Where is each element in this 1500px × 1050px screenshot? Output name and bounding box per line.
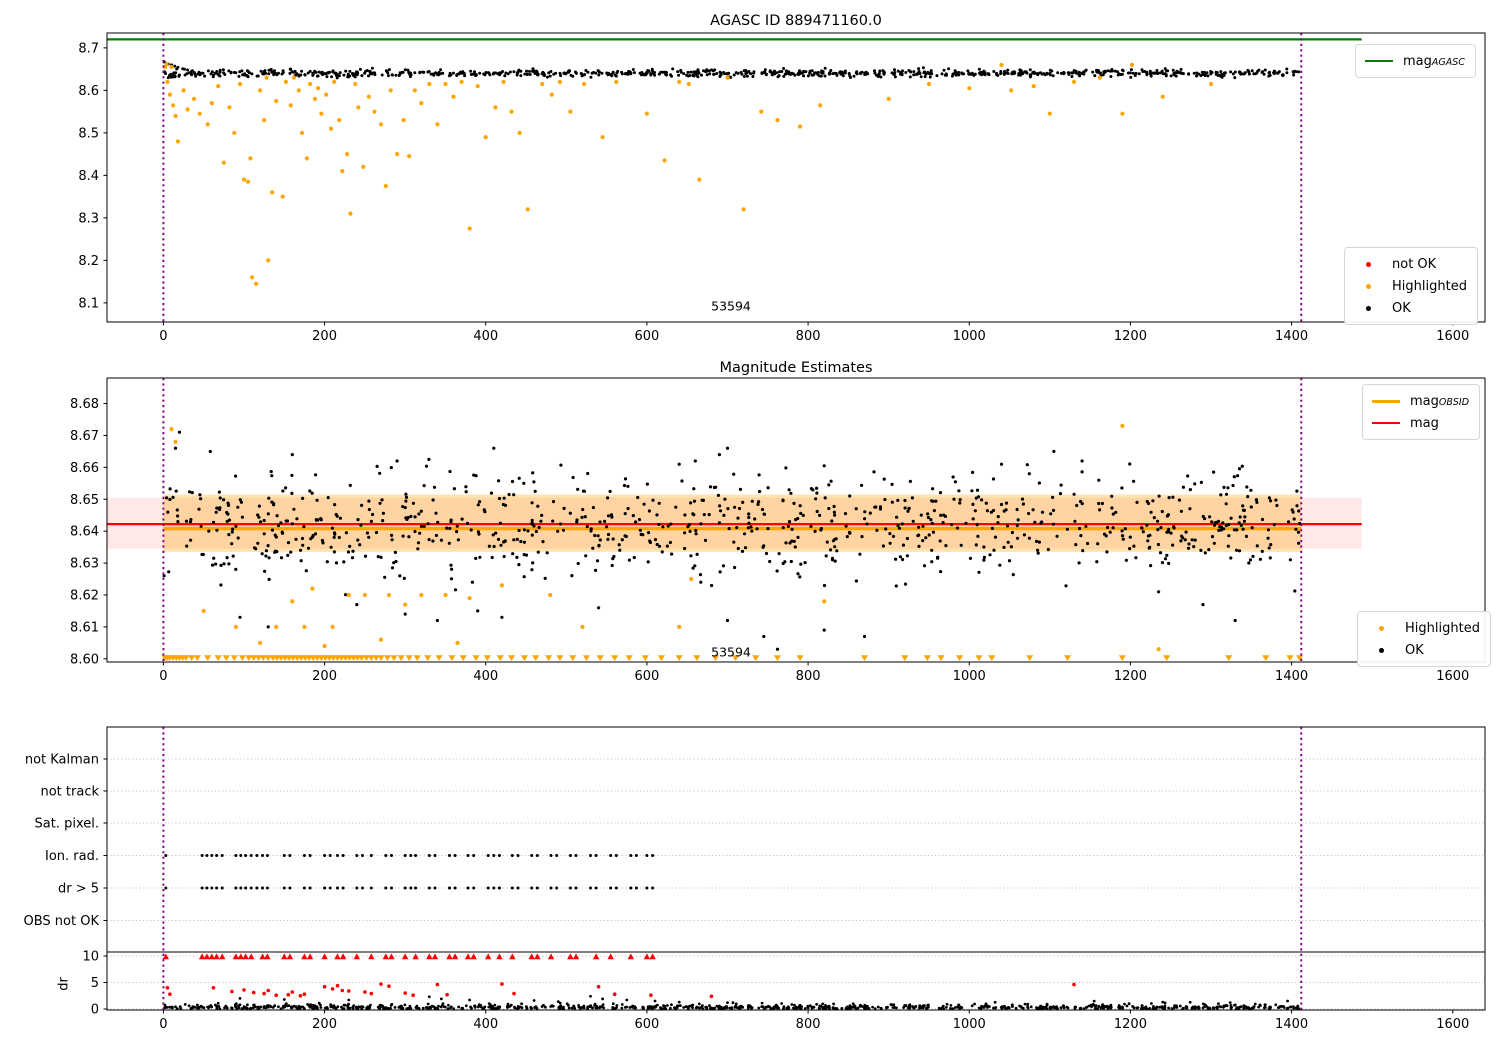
svg-text:1200: 1200 [1114, 1017, 1147, 1032]
legend-label: Highlighted [1405, 620, 1480, 636]
svg-text:not Kalman: not Kalman [25, 753, 99, 768]
highlighted-dot-swatch [1353, 283, 1383, 289]
plot1-marker-legend: not OK Highlighted OK [1344, 247, 1478, 325]
svg-text:600: 600 [635, 329, 660, 344]
svg-text:8.5: 8.5 [78, 126, 99, 141]
plot2: 0 200 400 600 800 1000 1200 1400 1600 8.60 8.61 8.6… [70, 377, 1486, 684]
legend-item-highlighted: Highlighted [1353, 275, 1467, 297]
svg-text:10: 10 [82, 950, 99, 965]
svg-text:Ion. rad.: Ion. rad. [45, 849, 99, 864]
svg-text:600: 600 [635, 1017, 660, 1032]
svg-text:0: 0 [159, 329, 167, 344]
legend-label: mag [1410, 415, 1439, 431]
svg-text:8.6: 8.6 [78, 84, 99, 99]
svg-text:dr > 5: dr > 5 [58, 882, 99, 897]
svg-text:8.1: 8.1 [78, 296, 99, 311]
plot2-title: Magnitude Estimates [719, 360, 873, 376]
figure: 0 200 400 600 800 1000 1200 1400 1600 8.1 8.2 8.3 8.… [0, 0, 1500, 1050]
svg-text:8.65: 8.65 [70, 493, 99, 508]
legend-label: OK [1392, 300, 1411, 316]
plot3-series-flag-dr5 [164, 886, 655, 890]
svg-text:8.66: 8.66 [70, 461, 99, 476]
svg-text:200: 200 [312, 1017, 337, 1032]
mag-line-swatch [1371, 422, 1401, 424]
legend-label: OK [1405, 642, 1424, 658]
plot1: 0 200 400 600 800 1000 1200 1400 1600 8.1 8.2 8.3 8.… [78, 32, 1486, 344]
svg-text:8.4: 8.4 [78, 169, 99, 184]
svg-text:800: 800 [796, 329, 821, 344]
svg-text:OBS not OK: OBS not OK [24, 914, 100, 929]
ok-dot-swatch [1353, 305, 1383, 311]
svg-text:0: 0 [159, 1017, 167, 1032]
legend-item-not-ok: not OK [1353, 253, 1467, 275]
svg-text:8.60: 8.60 [70, 652, 99, 667]
plot2-line-legend: magOBSID mag [1362, 384, 1481, 440]
svg-text:Sat. pixel.: Sat. pixel. [35, 817, 99, 832]
plots-canvas: 0 200 400 600 800 1000 1200 1400 16008.18.28.38.… [24, 32, 1486, 1032]
mag-obsid-line-swatch [1371, 399, 1401, 403]
highlighted-dot-swatch [1366, 625, 1396, 631]
svg-text:800: 800 [796, 1017, 821, 1032]
svg-text:1000: 1000 [953, 669, 986, 684]
legend-label: magOBSID [1410, 393, 1470, 409]
svg-text:not track: not track [40, 785, 99, 800]
svg-text:400: 400 [473, 669, 498, 684]
svg-text:1400: 1400 [1275, 329, 1308, 344]
svg-text:8.7: 8.7 [78, 41, 99, 56]
legend-item-mag-agasc: magAGASC [1364, 50, 1465, 72]
plot3-series-dr-clipped-10 [162, 953, 656, 960]
svg-text:0: 0 [91, 1003, 99, 1018]
plot2-marker-legend: Highlighted OK [1357, 611, 1491, 667]
svg-text:800: 800 [796, 669, 821, 684]
plot3-series-flag-ion-rad [164, 854, 655, 857]
svg-text:8.68: 8.68 [70, 397, 99, 412]
svg-text:8.63: 8.63 [70, 557, 99, 572]
plot2-annotation: 53594 [711, 644, 751, 660]
svg-text:1600: 1600 [1436, 329, 1469, 344]
plot1-series-OK [162, 60, 1301, 80]
svg-text:600: 600 [635, 669, 660, 684]
plot1-annotation: 53594 [711, 298, 751, 314]
legend-label: magAGASC [1403, 53, 1465, 69]
svg-text:1000: 1000 [953, 329, 986, 344]
plot1-series-Highlighted [162, 61, 1214, 286]
svg-text:1200: 1200 [1114, 329, 1147, 344]
svg-text:8.62: 8.62 [70, 588, 99, 603]
svg-text:1600: 1600 [1436, 669, 1469, 684]
svg-text:8.67: 8.67 [70, 429, 99, 444]
plot1-title: AGASC ID 889471160.0 [710, 13, 882, 29]
svg-text:1200: 1200 [1114, 669, 1147, 684]
svg-text:1600: 1600 [1436, 1017, 1469, 1032]
svg-text:1400: 1400 [1275, 669, 1308, 684]
svg-text:400: 400 [473, 1017, 498, 1032]
legend-item-mag-obsid: magOBSID [1371, 390, 1469, 412]
svg-text:8.2: 8.2 [78, 254, 99, 269]
svg-text:200: 200 [312, 329, 337, 344]
legend-item-mag: mag [1371, 412, 1469, 434]
svg-text:8.61: 8.61 [70, 620, 99, 635]
not-ok-dot-swatch [1353, 261, 1383, 267]
mag-agasc-line-swatch [1364, 60, 1394, 62]
svg-text:400: 400 [473, 329, 498, 344]
plot3-ylabel: dr [56, 977, 72, 991]
ok-dot-swatch [1366, 647, 1396, 653]
plot3-series-dr-ok [163, 994, 1301, 1011]
svg-text:8.3: 8.3 [78, 211, 99, 226]
svg-text:1400: 1400 [1275, 1017, 1308, 1032]
svg-text:0: 0 [159, 669, 167, 684]
svg-text:200: 200 [312, 669, 337, 684]
svg-text:1000: 1000 [953, 1017, 986, 1032]
legend-item-ok: OK [1353, 297, 1467, 319]
svg-text:8.64: 8.64 [70, 525, 99, 540]
plot3-series-dr-not-ok [165, 982, 1076, 999]
svg-text:5: 5 [91, 976, 99, 991]
legend-label: Highlighted [1392, 278, 1467, 294]
plot1-line-legend: magAGASC [1355, 44, 1476, 78]
legend-item-ok: OK [1366, 639, 1480, 661]
legend-label: not OK [1392, 256, 1437, 272]
legend-item-highlighted: Highlighted [1366, 617, 1480, 639]
plot3: 0 200 400 600 800 1000 1200 1400 1600 not Kalman n… [24, 726, 1486, 1032]
